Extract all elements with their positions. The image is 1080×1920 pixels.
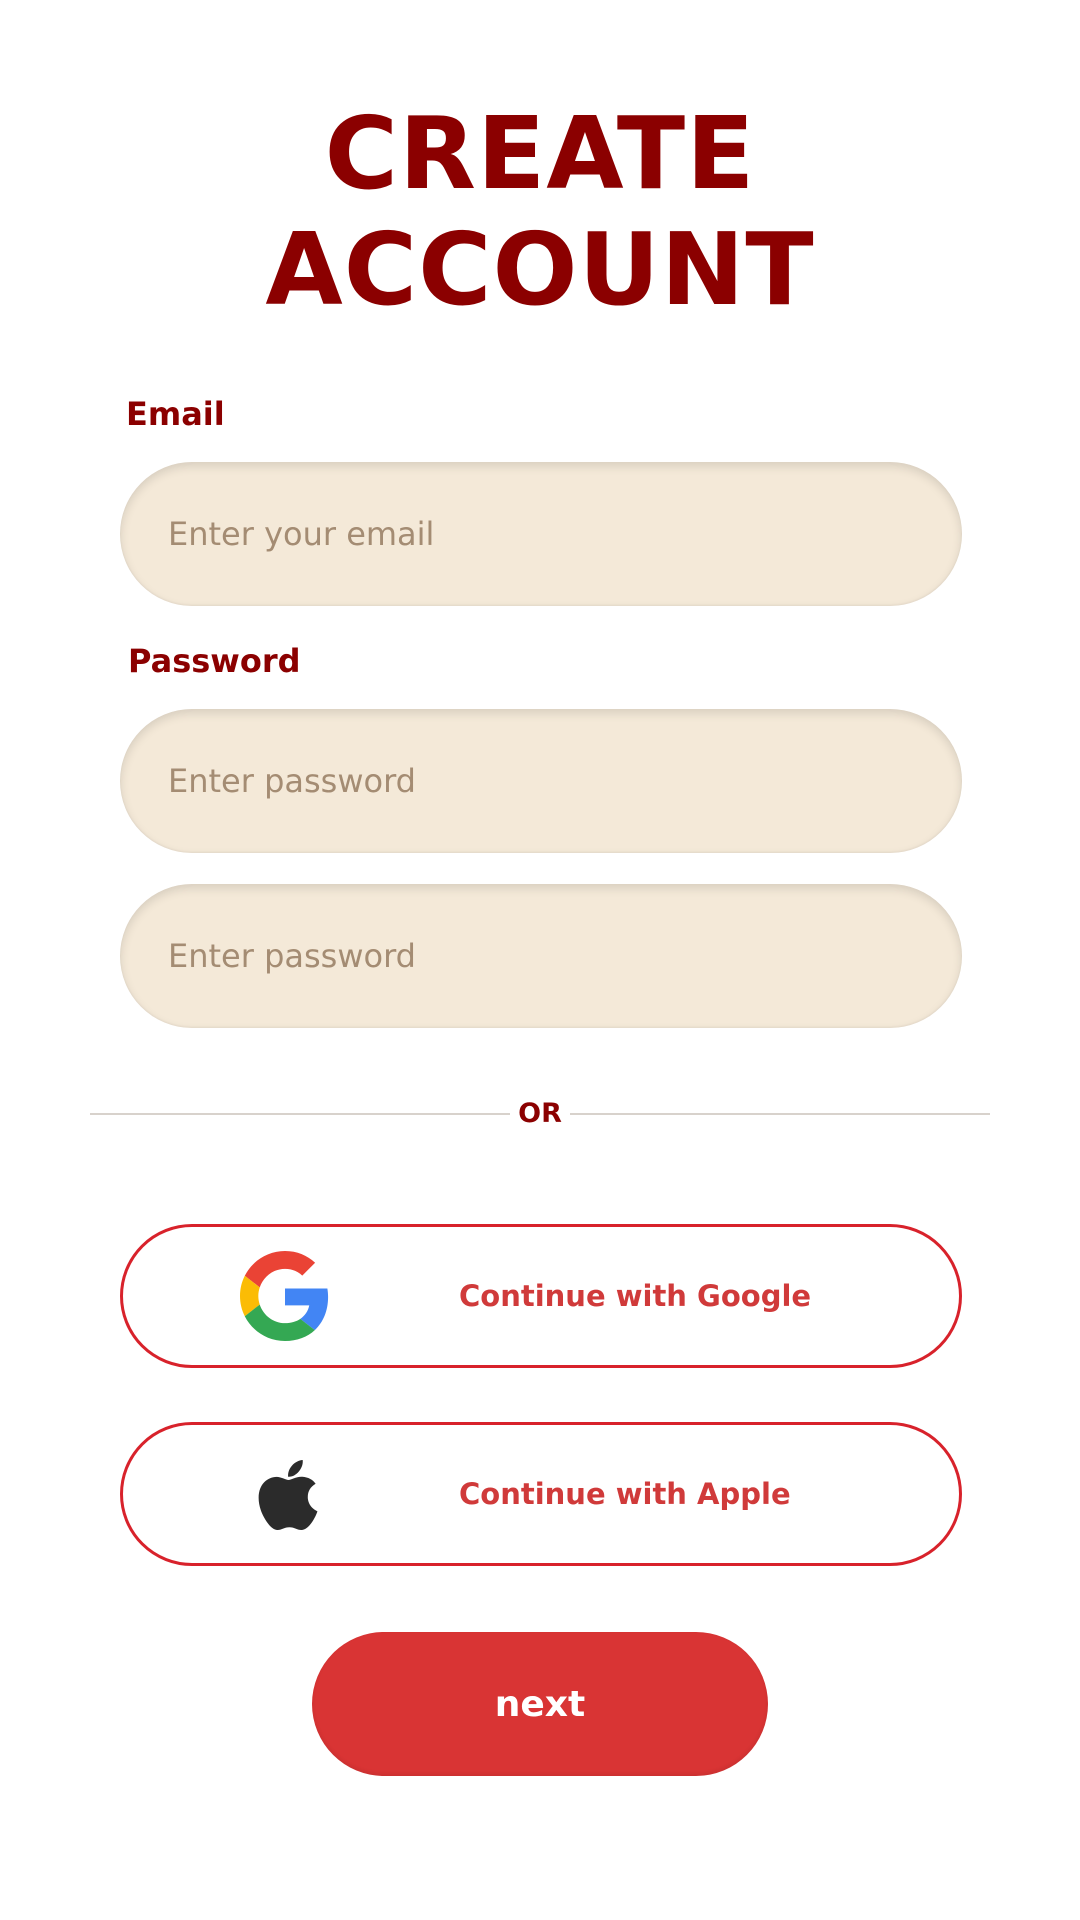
create-account-screen: CREATE ACCOUNT Email Password OR Continu… bbox=[0, 0, 1080, 1920]
password-label: Password bbox=[128, 642, 301, 680]
apple-button-label: Continue with Apple bbox=[459, 1477, 791, 1511]
next-button[interactable]: next bbox=[312, 1632, 768, 1776]
google-icon bbox=[240, 1251, 329, 1341]
password-field[interactable] bbox=[120, 709, 962, 853]
google-button-label: Continue with Google bbox=[459, 1279, 812, 1313]
continue-with-google-button[interactable]: Continue with Google bbox=[120, 1224, 962, 1368]
email-field[interactable] bbox=[120, 462, 962, 606]
confirm-password-field[interactable] bbox=[120, 884, 962, 1028]
email-label: Email bbox=[126, 395, 225, 433]
apple-icon bbox=[258, 1460, 318, 1530]
or-divider-text: OR bbox=[510, 1096, 570, 1132]
continue-with-apple-button[interactable]: Continue with Apple bbox=[120, 1422, 962, 1566]
page-title: CREATE ACCOUNT bbox=[265, 95, 815, 328]
